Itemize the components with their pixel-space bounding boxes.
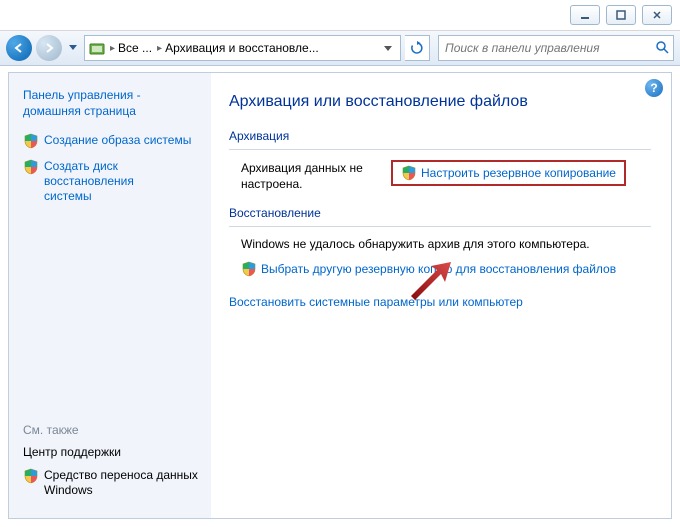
main-content: ? Архивация или восстановление файлов Ар… [211,73,671,518]
shield-icon [401,165,417,181]
setup-backup-text: Настроить резервное копирование [421,166,616,180]
divider [229,226,651,227]
sidebar: Панель управления - домашняя страница Со… [9,73,211,518]
breadcrumb-text: Все ... [118,41,152,55]
group-header-restore: Восстановление [229,206,651,220]
panel: Панель управления - домашняя страница Со… [8,72,672,519]
nav-forward-button[interactable] [36,35,62,61]
maximize-button[interactable] [606,5,636,25]
choose-other-text: Выбрать другую резервную копию для восст… [261,262,616,276]
breadcrumb-dropdown[interactable] [380,41,396,55]
titlebar [0,0,680,31]
breadcrumb[interactable]: ▸Все ... ▸Архивация и восстановле... [84,35,401,61]
refresh-button[interactable] [405,35,430,61]
breadcrumb-text: Архивация и восстановле... [165,41,319,55]
refresh-icon [410,41,424,55]
chevron-down-icon [384,46,392,52]
chevron-right-icon: ▸ [107,43,118,54]
choose-other-backup-link[interactable]: Выбрать другую резервную копию для восст… [241,261,651,277]
search-icon [655,40,669,57]
shield-icon [241,261,257,277]
see-also-heading: См. также [23,423,201,437]
shield-icon [23,468,39,484]
search-input[interactable] [443,40,651,56]
sidebar-item-action-center[interactable]: Центр поддержки [23,445,201,460]
sidebar-item-recovery-disc[interactable]: Создать диск восстановления системы [23,159,201,204]
backup-status-row: Архивация данных не настроена. Настроить… [241,160,651,192]
minimize-icon [580,10,590,20]
close-button[interactable] [642,5,672,25]
sidebar-item-label: Средство переноса данных Windows [44,468,198,498]
setup-backup-link[interactable]: Настроить резервное копирование [391,160,626,186]
sidebar-item-label: Создание образа системы [44,133,191,148]
home-link-line1: Панель управления - [23,87,201,103]
sidebar-item-easy-transfer[interactable]: Средство переноса данных Windows [23,468,201,498]
shield-icon [23,133,39,149]
home-link-line2: домашняя страница [23,103,201,119]
chevron-right-icon: ▸ [154,43,165,54]
arrow-right-icon [42,41,56,55]
sidebar-item-label: Создать диск восстановления системы [44,159,201,204]
group-header-backup: Архивация [229,129,651,143]
sidebar-item-label: Центр поддержки [23,445,121,460]
window: ▸Все ... ▸Архивация и восстановле... Пан… [0,0,680,527]
restore-status-text: Windows не удалось обнаружить архив для … [241,237,651,251]
help-button[interactable]: ? [645,79,663,97]
backup-status-label: Архивация данных не настроена. [241,160,391,192]
arrow-left-icon [12,41,26,55]
nav-history-dropdown[interactable] [66,38,80,58]
nav-back-button[interactable] [6,35,32,61]
maximize-icon [616,10,626,20]
restore-system-link[interactable]: Восстановить системные параметры или ком… [229,295,651,309]
minimize-button[interactable] [570,5,600,25]
shield-icon [23,159,39,175]
body: Панель управления - домашняя страница Со… [0,64,680,527]
help-icon: ? [650,81,657,95]
breadcrumb-seg-2[interactable]: ▸Архивация и восстановле... [154,41,319,55]
page-title: Архивация или восстановление файлов [229,93,651,111]
control-panel-home-link[interactable]: Панель управления - домашняя страница [23,87,201,119]
navbar: ▸Все ... ▸Архивация и восстановле... [0,31,680,66]
control-panel-icon [89,40,105,56]
close-icon [652,10,662,20]
breadcrumb-seg-1[interactable]: ▸Все ... [107,41,152,55]
sidebar-item-create-image[interactable]: Создание образа системы [23,133,201,149]
search-box[interactable] [438,35,674,61]
chevron-down-icon [69,45,77,51]
divider [229,149,651,150]
restore-system-text: Восстановить системные параметры или ком… [229,295,523,309]
